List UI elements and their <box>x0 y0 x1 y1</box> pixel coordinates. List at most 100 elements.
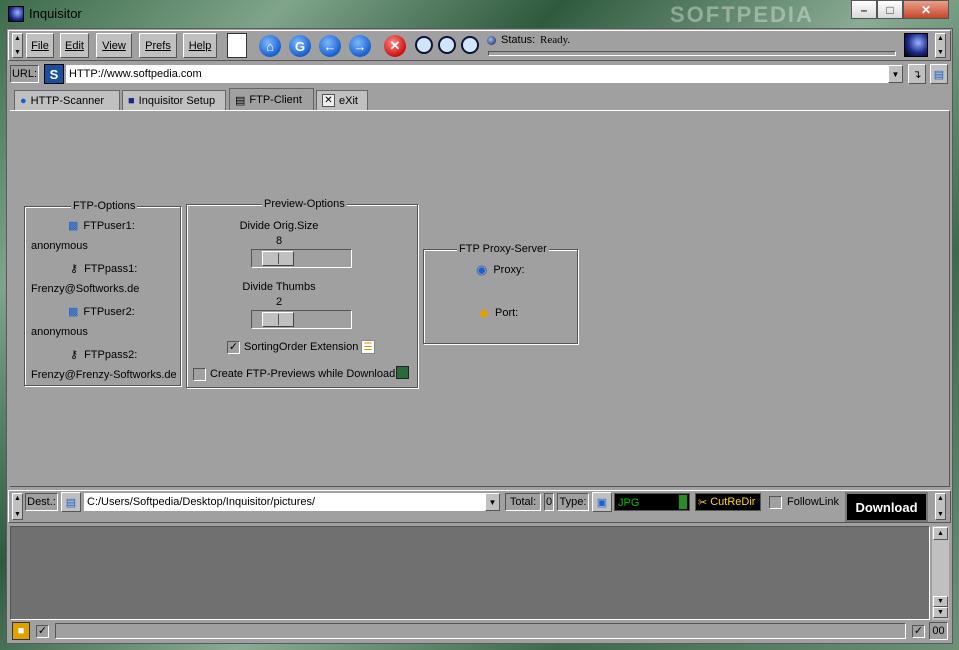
globe-icon: ● <box>20 94 27 107</box>
log-scroll-down-button[interactable]: ▼ <box>933 596 948 607</box>
dest-folder-icon[interactable]: ▤ <box>61 492 81 512</box>
url-input[interactable] <box>66 65 888 83</box>
log-area[interactable] <box>10 526 930 620</box>
ftp-pass1-row: ⚷ FTPpass1: <box>70 262 138 276</box>
type-spin-icon[interactable] <box>678 494 688 510</box>
tab-http-scanner[interactable]: ● HTTP-Scanner <box>14 90 120 110</box>
divide-thumbs-value: 2 <box>275 296 283 308</box>
open-folder-icon[interactable]: ▤ <box>930 64 948 84</box>
status-checkbox-right[interactable]: ✓ <box>912 625 925 638</box>
ftp-user2-label: FTPuser2: <box>83 305 135 318</box>
zoom-reset-icon[interactable] <box>461 36 479 54</box>
divide-thumbs-slider-thumb[interactable] <box>262 312 294 327</box>
forward-arrow-icon[interactable]: → <box>349 35 371 57</box>
user-card-icon: ▩ <box>68 220 79 232</box>
port-label: Port: <box>495 307 519 319</box>
tab-http-scanner-label: HTTP-Scanner <box>30 94 105 107</box>
moon-logo-icon <box>904 33 928 57</box>
toolbar-grip[interactable]: ▲ ▼ <box>12 33 23 58</box>
menu-view[interactable]: View <box>96 33 132 58</box>
menu-edit[interactable]: Edit <box>60 33 89 58</box>
create-previews-checkbox[interactable] <box>193 368 206 381</box>
total-label: Total: <box>505 493 541 511</box>
proxy-input[interactable] <box>426 280 576 299</box>
bookmark-icon[interactable]: ↴ <box>908 64 926 84</box>
new-document-icon[interactable] <box>227 33 247 58</box>
minimize-button[interactable]: – <box>851 0 877 19</box>
followlink-checkbox[interactable] <box>769 496 782 509</box>
tab-ftp-client-label: FTP-Client <box>249 94 302 106</box>
divide-orig-slider-thumb[interactable] <box>262 251 294 266</box>
preview-options-title: Preview-Options <box>262 198 347 210</box>
proxy-row: ◉ Proxy: <box>476 262 525 278</box>
menu-help[interactable]: Help <box>183 33 217 58</box>
download-bar-grip[interactable]: ▲ ▼ <box>12 493 23 520</box>
computer-icon: ▤ <box>235 94 246 107</box>
type-picker-icon[interactable]: ▣ <box>592 492 612 512</box>
menu-file[interactable]: File <box>26 33 54 58</box>
divide-orig-value: 8 <box>275 235 283 247</box>
ftp-pass2-row: ⚷ FTPpass2: <box>70 348 137 362</box>
url-label: URL: <box>10 65 39 83</box>
close-window-button[interactable]: ✕ <box>903 0 949 19</box>
ftp-pass2-input[interactable] <box>28 365 178 384</box>
ftp-user2-row: ▩ FTPuser2: <box>68 305 135 319</box>
tab-exit[interactable]: ✕ eXit <box>316 90 368 110</box>
type-value: JPG <box>618 497 640 509</box>
dest-dropdown-button[interactable]: ▼ <box>485 493 500 511</box>
stop-icon[interactable]: ✕ <box>384 35 406 57</box>
type-label: Type: <box>557 493 589 511</box>
user-card-icon: ▩ <box>68 306 79 318</box>
softpedia-icon: S <box>44 64 64 84</box>
window-title: Inquisitor <box>29 6 82 21</box>
tab-ftp-client[interactable]: ▤ FTP-Client <box>229 88 314 111</box>
total-value: 0 <box>544 493 554 511</box>
sorting-order-checkbox[interactable]: ✓ <box>227 341 240 354</box>
maximize-button[interactable]: □ <box>877 0 903 19</box>
key-icon: ⚷ <box>70 349 79 361</box>
divide-thumbs-label: Divide Thumbs <box>242 281 316 293</box>
zoom-in-icon[interactable] <box>415 36 433 54</box>
log-scroll-up-button[interactable]: ▲ <box>933 527 948 540</box>
status-led-icon <box>487 36 496 45</box>
status-text: Ready. <box>540 34 571 46</box>
lock-icon[interactable]: ■ <box>12 622 30 640</box>
download-label: Download <box>855 499 918 515</box>
url-dropdown-button[interactable]: ▼ <box>888 65 903 83</box>
cutredir-button[interactable]: ✂ CutReDir <box>695 493 761 511</box>
menu-prefs-label: Prefs <box>145 39 171 52</box>
port-row: ◆ Port: <box>479 305 518 321</box>
download-bar-scroll[interactable]: ▲ ▼ <box>935 493 946 520</box>
dest-label: Dest.: <box>25 493 58 511</box>
dest-input[interactable] <box>84 493 486 511</box>
status-bar-field <box>55 623 906 639</box>
log-scroll-end-button[interactable]: ▼ <box>933 607 948 618</box>
zoom-out-icon[interactable] <box>438 36 456 54</box>
menu-prefs[interactable]: Prefs <box>139 33 177 58</box>
tab-inquisitor-setup-label: Inquisitor Setup <box>138 94 216 107</box>
ftp-user1-label: FTPuser1: <box>83 219 135 232</box>
ftp-pass1-input[interactable] <box>28 279 178 298</box>
back-arrow-icon[interactable]: ← <box>319 35 341 57</box>
toolbar-scroll[interactable]: ▲ ▼ <box>935 33 946 58</box>
watermark: SOFTPEDIA <box>670 2 814 27</box>
tab-exit-label: eXit <box>339 94 358 107</box>
ftp-user1-input[interactable] <box>28 236 178 255</box>
divide-orig-label: Divide Orig.Size <box>239 220 319 232</box>
port-input[interactable] <box>426 323 576 342</box>
sorting-order-label: SortingOrder Extension <box>244 341 359 353</box>
ftp-user1-row: ▩ FTPuser1: <box>68 219 135 233</box>
status-counter: 00 <box>929 622 948 640</box>
cutredir-label: CutReDir <box>710 496 756 508</box>
ftp-pass1-label: FTPpass1: <box>84 262 138 275</box>
home-icon[interactable]: ⌂ <box>259 35 281 57</box>
ftp-user2-input[interactable] <box>28 322 178 341</box>
status-label: Status: <box>501 34 536 46</box>
menu-help-label: Help <box>188 39 212 52</box>
status-checkbox-left[interactable]: ✓ <box>36 625 49 638</box>
picture-icon <box>396 366 409 379</box>
go-icon[interactable]: G <box>289 35 311 57</box>
download-button[interactable]: Download <box>845 492 928 522</box>
app-icon <box>8 6 24 22</box>
tab-inquisitor-setup[interactable]: ■ Inquisitor Setup <box>122 90 226 110</box>
